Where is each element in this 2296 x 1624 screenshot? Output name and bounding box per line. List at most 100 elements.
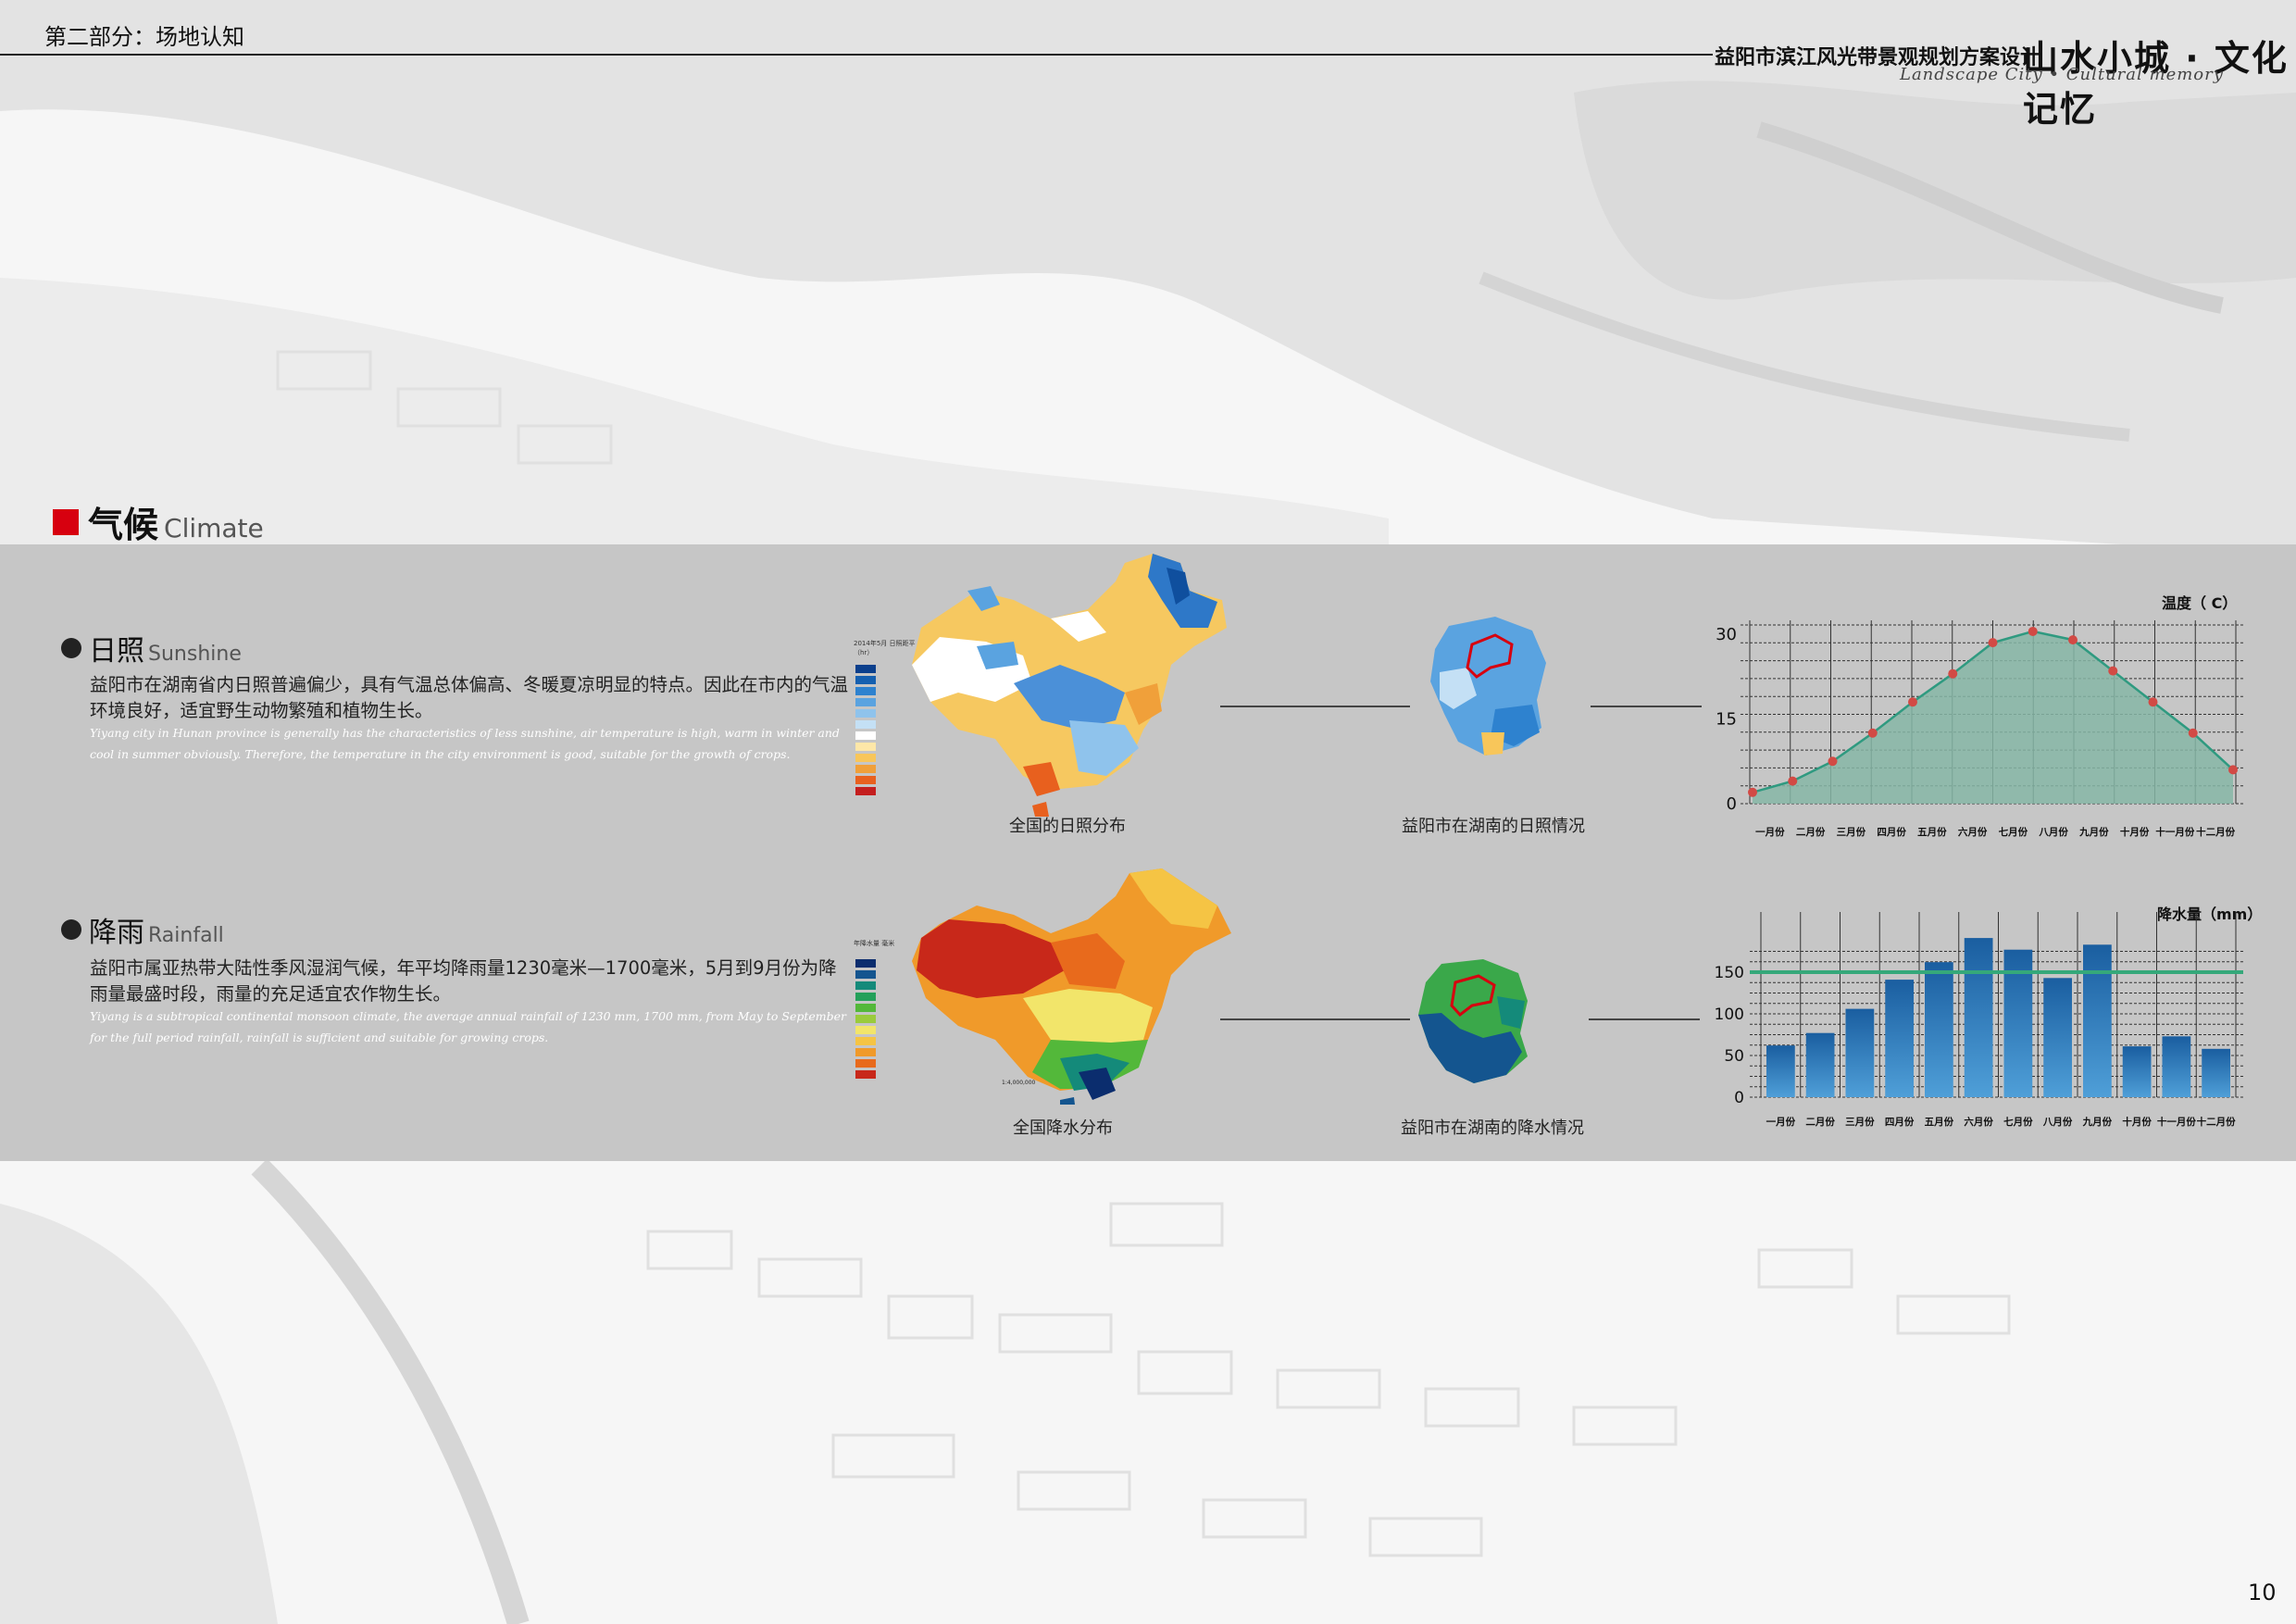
legend-swatch <box>855 1015 876 1023</box>
x-tick-label: 三月份 <box>1837 826 1866 838</box>
x-tick-label: 十二月份 <box>2197 1116 2237 1128</box>
temperature-point <box>1988 638 1998 648</box>
connector-line <box>1589 1018 1700 1020</box>
x-tick-label: 九月份 <box>2082 1116 2113 1128</box>
x-tick-label: 十二月份 <box>2196 826 2236 838</box>
y-tick-label: 50 <box>1724 1047 1744 1066</box>
temperature-point <box>2108 666 2118 676</box>
rainfall-bar <box>2162 1036 2191 1097</box>
rainfall-bar <box>2122 1046 2152 1097</box>
legend-swatch <box>855 776 876 784</box>
section-label: 第二部分：场地认知 <box>44 24 244 50</box>
header-divider <box>0 54 1713 56</box>
temperature-area <box>1753 631 2233 804</box>
sunshine-body-cn: 益阳市在湖南省内日照普遍偏少，具有气温总体偏高、冬暖夏凉明显的特点。因此在市内的… <box>90 674 849 721</box>
x-tick-label: 八月份 <box>2038 826 2068 838</box>
x-tick-label: 九月份 <box>2078 826 2109 838</box>
climate-title-en: Climate <box>164 513 264 543</box>
china-sunshine-map <box>912 554 1227 817</box>
y-tick-label: 100 <box>1715 1006 1744 1024</box>
x-tick-label: 十月份 <box>2122 1116 2152 1128</box>
temperature-point <box>1748 787 1757 797</box>
connector-line <box>1220 1018 1410 1020</box>
x-tick-label: 七月份 <box>2003 1116 2033 1128</box>
bullet-dot-icon <box>61 919 81 940</box>
legend-swatch <box>855 1059 876 1068</box>
y-tick-label: 15 <box>1716 710 1737 730</box>
sunshine-title-en: Sunshine <box>148 643 242 666</box>
rainfall-local-caption: 益阳市在湖南的降水情况 <box>1401 1118 1584 1138</box>
x-tick-label: 七月份 <box>1999 826 2028 838</box>
rainfall-bar <box>1885 980 1914 1097</box>
x-tick-label: 六月份 <box>1964 1116 1993 1128</box>
x-tick-label: 四月份 <box>1877 826 1906 838</box>
rainfall-bar <box>2202 1048 2230 1097</box>
x-tick-label: 四月份 <box>1885 1116 1915 1128</box>
legend-swatch <box>855 1070 876 1079</box>
rainfall-legend-title: 年降水量 毫米 <box>854 940 895 947</box>
rainfall-body-en: Yiyang is a subtropical continental mons… <box>90 1009 847 1044</box>
legend-swatch <box>855 665 876 673</box>
legend-swatch <box>855 787 876 795</box>
legend-swatch <box>855 970 876 979</box>
temperature-point <box>1948 668 1958 679</box>
x-tick-label: 八月份 <box>2042 1116 2073 1128</box>
temperature-point <box>2148 697 2158 707</box>
temperature-point <box>2228 765 2238 775</box>
legend-swatch <box>855 1037 876 1045</box>
legend-swatch <box>855 720 876 729</box>
x-tick-label: 二月份 <box>1796 826 1826 838</box>
x-tick-label: 二月份 <box>1805 1116 1835 1128</box>
sunshine-title-cn: 日照 <box>89 635 144 668</box>
legend-swatch <box>855 754 876 762</box>
rainfall-bar <box>2083 944 2112 1097</box>
legend-swatch <box>855 676 876 684</box>
china-rainfall-map <box>912 868 1231 1105</box>
y-tick-label: 0 <box>1734 1089 1744 1107</box>
rainfall-title-en: Rainfall <box>148 924 224 947</box>
sunshine-heading: 日照 Sunshine <box>61 628 242 668</box>
x-tick-label: 十一月份 <box>2155 826 2195 838</box>
y-tick-label: 150 <box>1715 964 1744 982</box>
connector-line <box>1220 706 1410 707</box>
legend-swatch <box>855 993 876 1001</box>
x-tick-label: 三月份 <box>1845 1116 1875 1128</box>
legend-swatch <box>855 709 876 718</box>
sunshine-map-caption: 全国的日照分布 <box>1009 817 1126 836</box>
x-tick-label: 十一月份 <box>2157 1116 2197 1128</box>
x-tick-label: 五月份 <box>1917 826 1947 838</box>
page-number: 10 <box>2248 1580 2277 1605</box>
climate-heading: 气候 Climate <box>53 496 264 547</box>
legend-swatch <box>855 959 876 968</box>
temperature-chart: 0 15 30 一月份 二月份 三月份 四月份 五月份 六月份 七月份 八月份 九月份 十月份 十一月份十… <box>1716 620 2243 838</box>
slogan-subtitle: Landscape City • Cultural memory <box>1900 65 2224 84</box>
y-tick-label: 30 <box>1716 625 1737 644</box>
climate-title-cn: 气候 <box>88 505 159 545</box>
legend-swatch <box>855 698 876 706</box>
connector-line <box>1591 706 1702 707</box>
rainfall-body-cn: 益阳市属亚热带大陆性季风湿润气候，年平均降雨量1230毫米—1700毫米，5月到… <box>90 957 837 1005</box>
rainfall-chart: 050100150一月份 二月份 三月份 四月份 五月份 六月份 七月份 八月份 九月份 十月份十… <box>1715 912 2243 1128</box>
rainfall-bar <box>1925 962 1953 1097</box>
legend-swatch <box>855 1048 876 1056</box>
rainfall-map-scale: 1:4,000,000 <box>1002 1080 1036 1086</box>
temperature-point <box>2068 635 2078 645</box>
red-square-icon <box>53 508 79 535</box>
sunshine-legend-title: 2014年5月 日照距平（hr） <box>854 640 916 656</box>
x-tick-label: 一月份 <box>1755 826 1785 838</box>
rainfall-bar <box>1845 1008 1875 1097</box>
rainfall-heading: 降雨 Rainfall <box>61 909 224 950</box>
legend-swatch <box>855 981 876 990</box>
temperature-point <box>2028 626 2038 636</box>
temperature-point <box>1788 776 1798 786</box>
legend-swatch <box>855 1004 876 1012</box>
temperature-point <box>1908 697 1917 707</box>
legend-swatch <box>855 765 876 773</box>
hunan-sunshine-map <box>1430 617 1546 756</box>
sunshine-local-caption: 益阳市在湖南的日照情况 <box>1402 817 1585 836</box>
legend-swatch <box>855 1026 876 1034</box>
x-tick-label: 五月份 <box>1925 1116 1954 1128</box>
temperature-point <box>1867 728 1878 738</box>
rainfall-bar <box>2043 978 2072 1097</box>
legend-swatch <box>855 731 876 740</box>
